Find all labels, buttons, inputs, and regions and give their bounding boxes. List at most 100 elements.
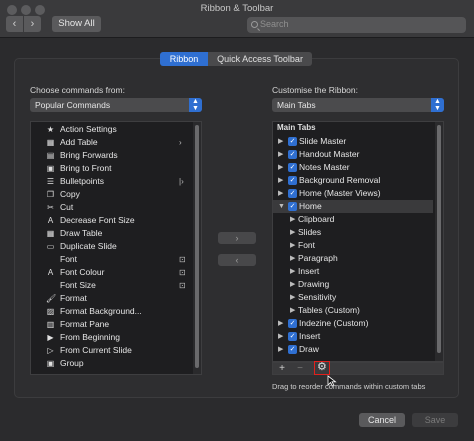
table-icon: ▦ bbox=[46, 138, 55, 147]
tree-item-label: Insert bbox=[298, 266, 320, 276]
tab-ribbon[interactable]: Ribbon bbox=[160, 52, 208, 66]
disclosure-closed-icon[interactable]: ▶ bbox=[278, 187, 283, 200]
checkbox-checked-icon[interactable]: ✓ bbox=[288, 163, 297, 172]
disclosure-closed-icon[interactable]: ▶ bbox=[290, 252, 295, 265]
command-item[interactable]: A Decrease Font Size bbox=[31, 214, 191, 227]
tab-tree-item[interactable]: ▼ ✓ Home bbox=[273, 200, 433, 213]
remove-tab-button[interactable]: − bbox=[293, 363, 307, 374]
tab-tree-item[interactable]: ▶ ✓ Home (Master Views) bbox=[273, 187, 433, 200]
disclosure-open-icon[interactable]: ▼ bbox=[278, 200, 285, 213]
drag-hint-text: Drag to reorder commands within custom t… bbox=[272, 382, 426, 391]
draw-table-icon: ▦ bbox=[46, 229, 55, 238]
disclosure-closed-icon[interactable]: ▶ bbox=[290, 304, 295, 317]
checkbox-checked-icon[interactable]: ✓ bbox=[288, 345, 297, 354]
command-item[interactable]: ▨ Format Background... bbox=[31, 305, 191, 318]
tab-tree-item[interactable]: ▶ ✓ Indezine (Custom) bbox=[273, 317, 433, 330]
tab-tree-item[interactable]: ▶ ✓ Handout Master bbox=[273, 148, 433, 161]
tab-tree-item[interactable]: ▶ ✓ Draw bbox=[273, 343, 433, 356]
command-label: Font bbox=[60, 254, 78, 264]
disclosure-closed-icon[interactable]: ▶ bbox=[290, 213, 295, 226]
group-tree-item[interactable]: ▶ Font bbox=[273, 239, 433, 252]
tab-tree-item[interactable]: ▶ ✓ Background Removal bbox=[273, 174, 433, 187]
checkbox-checked-icon[interactable]: ✓ bbox=[288, 202, 297, 211]
remove-command-button[interactable]: ‹ bbox=[218, 254, 256, 266]
disclosure-closed-icon[interactable]: ▶ bbox=[290, 239, 295, 252]
disclosure-closed-icon[interactable]: ▶ bbox=[278, 330, 283, 343]
group-tree-item[interactable]: ▶ Paragraph bbox=[273, 252, 433, 265]
checkbox-checked-icon[interactable]: ✓ bbox=[288, 176, 297, 185]
command-item[interactable]: ★ Action Settings bbox=[31, 123, 191, 136]
group-icon: ▣ bbox=[46, 359, 55, 368]
command-item[interactable]: ▭ Duplicate Slide bbox=[31, 240, 191, 253]
command-item[interactable]: ▪ bbox=[31, 370, 191, 374]
disclosure-closed-icon[interactable]: ▶ bbox=[290, 278, 295, 291]
add-tab-button[interactable]: + bbox=[275, 363, 289, 374]
command-item[interactable]: ▤ Bring Forwards bbox=[31, 149, 191, 162]
forward-button[interactable]: › bbox=[24, 16, 41, 32]
disclosure-closed-icon[interactable]: ▶ bbox=[278, 174, 283, 187]
tab-tree-item[interactable]: ▶ ✓ Insert bbox=[273, 330, 433, 343]
checkbox-checked-icon[interactable]: ✓ bbox=[288, 137, 297, 146]
tab-tree-item[interactable]: ▶ ✓ Slide Master bbox=[273, 135, 433, 148]
tab-tree-item[interactable]: ▶ ✓ Notes Master bbox=[273, 161, 433, 174]
commands-scrollbar[interactable] bbox=[193, 122, 201, 374]
command-item[interactable]: ▷ From Current Slide bbox=[31, 344, 191, 357]
add-command-button[interactable]: › bbox=[218, 232, 256, 244]
disclosure-closed-icon[interactable]: ▶ bbox=[278, 343, 283, 356]
checkbox-checked-icon[interactable]: ✓ bbox=[288, 332, 297, 341]
search-icon bbox=[251, 21, 258, 28]
command-item[interactable]: ▣ Bring to Front bbox=[31, 162, 191, 175]
ribbon-scrollbar[interactable] bbox=[435, 122, 443, 361]
group-tree-item[interactable]: ▶ Insert bbox=[273, 265, 433, 278]
ribbon-scroll-thumb[interactable] bbox=[437, 125, 441, 353]
from-beginning-icon: ▶ bbox=[47, 333, 54, 342]
command-item[interactable]: ▶ From Beginning bbox=[31, 331, 191, 344]
disclosure-closed-icon[interactable]: ▶ bbox=[290, 265, 295, 278]
group-tree-item[interactable]: ▶ Slides bbox=[273, 226, 433, 239]
bring-forwards-icon: ▤ bbox=[46, 151, 55, 160]
command-item[interactable]: Font ⊡ bbox=[31, 253, 191, 266]
group-tree-item[interactable]: ▶ Tables (Custom) bbox=[273, 304, 433, 317]
back-button[interactable]: ‹ bbox=[6, 16, 23, 32]
disclosure-closed-icon[interactable]: ▶ bbox=[290, 226, 295, 239]
command-item[interactable]: ✂ Cut bbox=[31, 201, 191, 214]
ribbon-tabs-dropdown[interactable]: Main Tabs ▲ ▼ bbox=[272, 98, 444, 112]
cancel-button[interactable]: Cancel bbox=[359, 413, 405, 427]
commands-source-dropdown[interactable]: Popular Commands ▲ ▼ bbox=[30, 98, 202, 112]
command-item[interactable]: 🖌 Format bbox=[31, 292, 191, 305]
tab-options-button[interactable]: ⚙ bbox=[314, 361, 330, 375]
group-tree-item[interactable]: ▶ Sensitivity bbox=[273, 291, 433, 304]
command-item[interactable]: Font Size ⊡ bbox=[31, 279, 191, 292]
command-item[interactable]: ▣ Group bbox=[31, 357, 191, 370]
command-item[interactable]: ☰ Bulletpoints |› bbox=[31, 175, 191, 188]
group-tree-item[interactable]: ▶ Clipboard bbox=[273, 213, 433, 226]
group-tree-item[interactable]: ▶ Drawing bbox=[273, 278, 433, 291]
checkbox-checked-icon[interactable]: ✓ bbox=[288, 150, 297, 159]
save-button[interactable]: Save bbox=[412, 413, 458, 427]
command-label: Duplicate Slide bbox=[60, 241, 117, 251]
show-all-button[interactable]: Show All bbox=[52, 16, 101, 32]
disclosure-closed-icon[interactable]: ▶ bbox=[278, 148, 283, 161]
command-label: Action Settings bbox=[60, 124, 117, 134]
disclosure-closed-icon[interactable]: ▶ bbox=[278, 161, 283, 174]
command-item[interactable]: ▦ Add Table › bbox=[31, 136, 191, 149]
command-item[interactable]: ▦ Draw Table bbox=[31, 227, 191, 240]
checkbox-checked-icon[interactable]: ✓ bbox=[288, 319, 297, 328]
command-item[interactable]: A Font Colour ⊡ bbox=[31, 266, 191, 279]
chevron-updown-icon: ▲ ▼ bbox=[431, 98, 444, 112]
disclosure-closed-icon[interactable]: ▶ bbox=[290, 291, 295, 304]
disclosure-closed-icon[interactable]: ▶ bbox=[278, 135, 283, 148]
commands-scroll-thumb[interactable] bbox=[195, 125, 199, 368]
commands-list[interactable]: ★ Action Settings ▦ Add Table › ▤ Bring Forwar… bbox=[30, 121, 202, 375]
disclosure-closed-icon[interactable]: ▶ bbox=[278, 317, 283, 330]
tree-item-label: Tables (Custom) bbox=[298, 305, 360, 315]
tab-quick-access-toolbar[interactable]: Quick Access Toolbar bbox=[208, 52, 312, 66]
ribbon-tree[interactable]: Main Tabs ▶ ✓ Slide Master ▶ ✓ Handout Master… bbox=[272, 121, 444, 362]
tree-item-label: Insert bbox=[299, 331, 321, 341]
command-item[interactable]: ❐ Copy bbox=[31, 188, 191, 201]
command-item[interactable]: ▥ Format Pane bbox=[31, 318, 191, 331]
checkbox-checked-icon[interactable]: ✓ bbox=[288, 189, 297, 198]
search-field[interactable]: Search bbox=[247, 17, 466, 33]
format-pane-icon: ▥ bbox=[46, 320, 55, 329]
more-icon: ▪ bbox=[46, 372, 55, 374]
